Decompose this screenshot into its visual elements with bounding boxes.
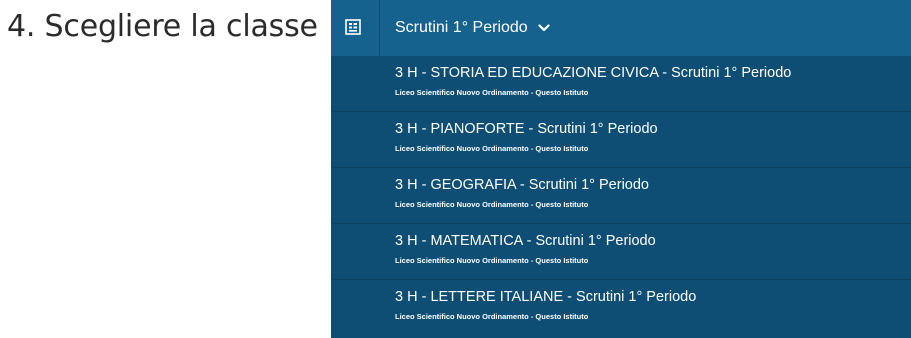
class-item-subtitle: Liceo Scientifico Nuovo Ordinamento - Qu… xyxy=(395,256,589,265)
class-item-title: 3 H - PIANOFORTE - Scrutini 1° Periodo xyxy=(395,121,658,137)
class-list-item[interactable]: 3 H - STORIA ED EDUCAZIONE CIVICA - Scru… xyxy=(331,56,911,112)
class-item-subtitle: Liceo Scientifico Nuovo Ordinamento - Qu… xyxy=(395,200,589,209)
class-item-subtitle: Liceo Scientifico Nuovo Ordinamento - Qu… xyxy=(395,312,589,321)
class-list-item[interactable]: 3 H - MATEMATICA - Scrutini 1° Periodo L… xyxy=(331,224,911,280)
chevron-down-icon xyxy=(538,24,550,31)
register-book-icon xyxy=(345,19,361,35)
class-item-title: 3 H - STORIA ED EDUCAZIONE CIVICA - Scru… xyxy=(395,65,792,81)
class-item-subtitle: Liceo Scientifico Nuovo Ordinamento - Qu… xyxy=(395,88,589,97)
step-caption: 4. Scegliere la classe xyxy=(7,9,318,44)
class-selection-panel: Scrutini 1° Periodo 3 H - STORIA ED EDUC… xyxy=(331,0,911,338)
class-item-subtitle: Liceo Scientifico Nuovo Ordinamento - Qu… xyxy=(395,144,589,153)
class-item-title: 3 H - GEOGRAFIA - Scrutini 1° Periodo xyxy=(395,177,649,193)
class-list: 3 H - STORIA ED EDUCAZIONE CIVICA - Scru… xyxy=(331,56,911,336)
period-dropdown-label: Scrutini 1° Periodo xyxy=(395,19,550,37)
class-list-item[interactable]: 3 H - LETTERE ITALIANE - Scrutini 1° Per… xyxy=(331,280,911,336)
class-item-title: 3 H - LETTERE ITALIANE - Scrutini 1° Per… xyxy=(395,289,697,305)
period-dropdown-header[interactable]: Scrutini 1° Periodo xyxy=(331,0,911,56)
page: 4. Scegliere la classe Scrutini 1° Perio… xyxy=(0,0,911,338)
class-list-item[interactable]: 3 H - PIANOFORTE - Scrutini 1° Periodo L… xyxy=(331,112,911,168)
class-item-title: 3 H - MATEMATICA - Scrutini 1° Periodo xyxy=(395,233,656,249)
period-title: Scrutini 1° Periodo xyxy=(395,19,528,36)
header-icon-cell xyxy=(331,0,380,56)
class-list-item[interactable]: 3 H - GEOGRAFIA - Scrutini 1° Periodo Li… xyxy=(331,168,911,224)
